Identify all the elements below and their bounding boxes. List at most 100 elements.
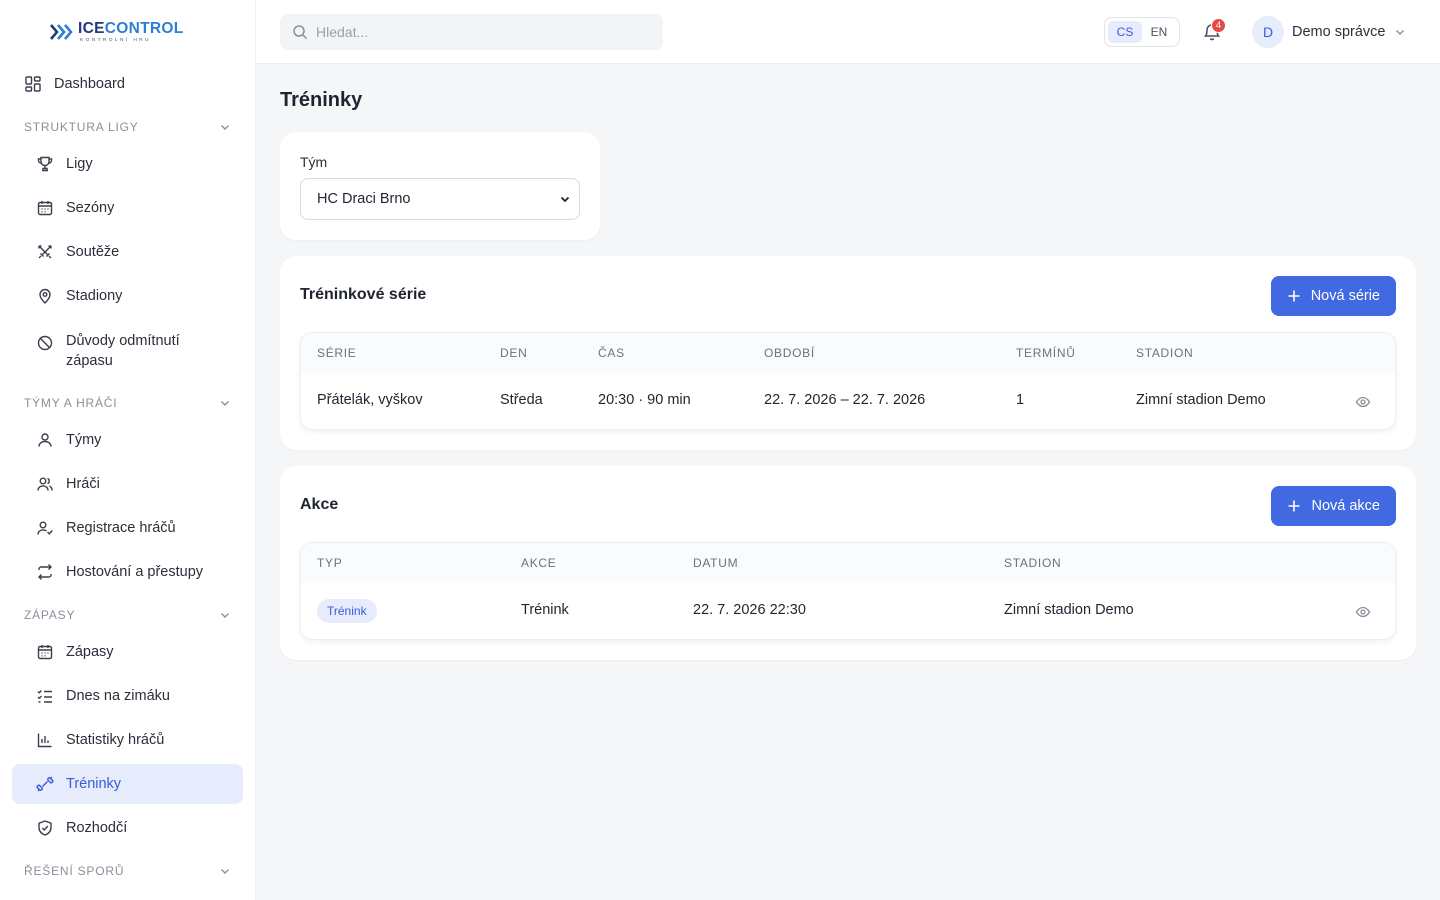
ban-icon <box>36 334 54 352</box>
event-name-cell: Trénink <box>521 602 569 618</box>
sidebar-item-label: Registrace hráčů <box>66 520 176 536</box>
avatar: D <box>1252 16 1284 48</box>
section-struktura-ligy[interactable]: STRUKTURA LIGY <box>24 117 232 137</box>
plus-icon <box>1287 499 1301 513</box>
notification-badge: 4 <box>1211 18 1226 33</box>
sidebar-item-label: Důvody odmítnutí zápasu <box>66 333 180 369</box>
column-header: AKCE <box>521 556 557 570</box>
chevron-down-icon <box>218 608 232 622</box>
logo-text: ICECONTROL KONTROLNÍ HRU <box>78 20 184 43</box>
chevron-down-icon <box>1393 25 1407 39</box>
sidebar-item-label: Hostování a přestupy <box>66 564 204 580</box>
users-icon <box>36 475 54 493</box>
events-card: Akce Nová akce TYP AKCE DATUM STADION Tr… <box>280 466 1416 660</box>
sidebar-item-label: Zápasy <box>66 644 114 660</box>
sidebar-item-label: Soutěže <box>66 244 120 260</box>
logo[interactable]: ICECONTROL KONTROLNÍ HRU <box>50 16 183 48</box>
new-series-button[interactable]: Nová série <box>1270 276 1396 316</box>
column-header: STADION <box>1004 556 1062 570</box>
series-table: SÉRIE DEN ČAS OBDOBÍ TERMÍNŮ STADION Přá… <box>300 332 1396 430</box>
sidebar-item-duvody-odmitnuti[interactable]: Důvody odmítnutí zápasu <box>12 324 243 376</box>
team-filter-card: Tým HC Draci Brno <box>280 132 600 240</box>
event-stadium-cell: Zimní stadion Demo <box>1004 602 1134 618</box>
sidebar-item-hostovani-prestupy[interactable]: Hostování a přestupy <box>12 552 243 592</box>
sidebar-item-label: Tréninky <box>66 776 122 792</box>
section-zapasy[interactable]: ZÁPASY <box>24 605 232 625</box>
sidebar-item-dnes-na-zimaku[interactable]: Dnes na zimáku <box>12 676 243 716</box>
series-period-cell: 22. 7. 2026 – 22. 7. 2026 <box>764 392 926 408</box>
column-header: TYP <box>317 556 343 570</box>
chevron-down-icon <box>218 864 232 878</box>
column-header: DATUM <box>693 556 739 570</box>
calendar-icon <box>36 199 54 217</box>
topbar: CS EN 4 D Demo správce <box>256 0 1440 64</box>
sidebar-item-dashboard[interactable]: Dashboard <box>12 66 243 102</box>
logo-tagline: KONTROLNÍ HRU <box>80 38 151 43</box>
event-date-cell: 22. 7. 2026 22:30 <box>693 602 806 618</box>
sidebar-item-tymy[interactable]: Týmy <box>12 420 243 460</box>
sidebar-item-registrace-hracu[interactable]: Registrace hráčů <box>12 508 243 548</box>
column-header: OBDOBÍ <box>764 346 815 360</box>
new-event-button[interactable]: Nová akce <box>1271 486 1396 526</box>
series-stadium-cell: Zimní stadion Demo <box>1136 392 1266 408</box>
bar-chart-icon <box>36 731 54 749</box>
team-filter-label: Tým <box>300 154 328 170</box>
transfer-arrows-icon <box>36 563 54 581</box>
series-time-cell: 20:30 · 90 min <box>598 392 691 408</box>
shield-check-icon <box>36 819 54 837</box>
sidebar-item-sezony[interactable]: Sezóny <box>12 188 243 228</box>
section-tymy-a-hraci[interactable]: TÝMY A HRÁČI <box>24 393 232 413</box>
sidebar-item-label: Týmy <box>66 432 102 448</box>
sidebar-item-label: Dnes na zimáku <box>66 688 170 704</box>
sidebar-item-label: Statistiky hráčů <box>66 732 165 748</box>
sidebar-item-zapasy[interactable]: Zápasy <box>12 632 243 672</box>
search-box[interactable] <box>280 14 663 50</box>
sidebar-item-label: Hráči <box>66 476 100 492</box>
user-icon <box>36 431 54 449</box>
sidebar-item-stadiony[interactable]: Stadiony <box>12 276 243 316</box>
user-menu[interactable]: D Demo správce <box>1252 16 1407 48</box>
dashboard-grid-icon <box>24 75 42 93</box>
team-select[interactable]: HC Draci Brno <box>300 178 580 220</box>
language-en-button[interactable]: EN <box>1142 21 1176 43</box>
trophy-icon <box>36 155 54 173</box>
plus-icon <box>1287 289 1301 303</box>
column-header: STADION <box>1136 346 1194 360</box>
training-series-card: Tréninkové série Nová série SÉRIE DEN ČA… <box>280 256 1416 450</box>
search-input[interactable] <box>316 24 636 40</box>
event-type-badge: Trénink <box>317 599 377 623</box>
dumbbell-icon <box>36 775 54 793</box>
sidebar-item-souteze[interactable]: Soutěže <box>12 232 243 272</box>
search-icon <box>292 24 308 40</box>
sidebar-item-label: Sezóny <box>66 200 115 216</box>
sidebar-item-treninky[interactable]: Tréninky <box>12 764 243 804</box>
column-header: ČAS <box>598 346 625 360</box>
eye-icon[interactable] <box>1355 394 1371 410</box>
sidebar-item-ligy[interactable]: Ligy <box>12 144 243 184</box>
sidebar-item-label: Dashboard <box>54 76 125 92</box>
team-select-value: HC Draci Brno <box>317 191 411 207</box>
swords-icon <box>36 243 54 261</box>
calendar-icon <box>36 643 54 661</box>
chevron-down-icon <box>218 120 232 134</box>
series-count-cell: 1 <box>1016 392 1025 408</box>
section-reseni-sporu[interactable]: ŘEŠENÍ SPORŮ <box>24 861 232 881</box>
column-header: TERMÍNŮ <box>1016 346 1076 360</box>
sidebar-item-hraci[interactable]: Hráči <box>12 464 243 504</box>
table-header <box>301 333 1395 373</box>
language-switcher: CS EN <box>1104 17 1180 47</box>
user-name: Demo správce <box>1292 24 1386 40</box>
sidebar-item-label: Ligy <box>66 156 93 172</box>
column-header: DEN <box>500 346 528 360</box>
chevron-down-icon <box>218 396 232 410</box>
checklist-icon <box>36 687 54 705</box>
sidebar-item-label: Rozhodčí <box>66 820 128 836</box>
chevron-down-icon <box>559 193 571 205</box>
user-check-icon <box>36 519 54 537</box>
events-table: TYP AKCE DATUM STADION Trénink Trénink 2… <box>300 542 1396 640</box>
language-cs-button[interactable]: CS <box>1108 21 1142 43</box>
series-name-cell: Přátelák, vyškov <box>317 392 423 408</box>
sidebar-item-rozhodci[interactable]: Rozhodčí <box>12 808 243 848</box>
eye-icon[interactable] <box>1355 604 1371 620</box>
sidebar-item-statistiky-hracu[interactable]: Statistiky hráčů <box>12 720 243 760</box>
